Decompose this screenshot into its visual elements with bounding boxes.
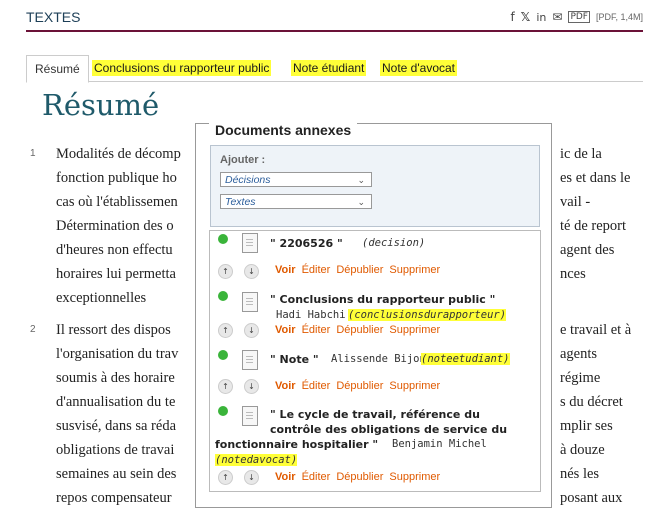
item-actions: Voir Éditer Dépublier Supprimer [275,380,440,392]
voir-link[interactable]: Voir [275,324,296,336]
move-down-icon[interactable]: ↓ [244,264,259,279]
item-title: " 2206526 " [270,237,343,250]
status-dot-icon [218,291,228,301]
move-up-icon[interactable]: ↑ [218,264,233,279]
para-line: agents [560,346,598,362]
item-type-text: (noteetudiant) [421,353,510,365]
move-down-icon[interactable]: ↓ [244,470,259,485]
paragraph-1-right: ic de la es et dans le vail - té de repo… [560,142,640,286]
item-type: (decision) [362,237,426,249]
chevron-down-icon: ⌄ [357,197,365,207]
paragraph-number: 2 [30,324,36,335]
supprimer-link[interactable]: Supprimer [389,380,440,392]
annexes-title: Documents annexes [209,122,358,138]
depublier-link[interactable]: Dépublier [336,380,383,392]
item-author: Hadi Habchi [276,309,346,321]
paragraph-2-right: e travail et à agents régime s du décret… [560,318,640,510]
depublier-link[interactable]: Dépublier [336,264,383,276]
section-title: TEXTES [26,9,81,25]
para-line: agent des [560,242,615,258]
share-bar: f 𝕏 in ✉ PDF [PDF, 1,4M] [510,10,643,24]
para-line: nces [560,266,586,282]
editer-link[interactable]: Éditer [302,471,331,483]
item-actions: Voir Éditer Dépublier Supprimer [275,324,440,336]
x-icon[interactable]: 𝕏 [521,10,531,24]
tab-note-etudiant[interactable]: Note étudiant [291,55,367,81]
move-down-icon[interactable]: ↓ [244,379,259,394]
pdf-icon[interactable]: PDF [568,11,590,23]
para-line: vail - [560,194,591,210]
voir-link[interactable]: Voir [275,471,296,483]
item-title: " Conclusions du rapporteur public " [270,293,495,306]
para-line: té de report [560,218,627,234]
mail-icon[interactable]: ✉ [552,10,562,24]
item-type: (conclusionsdurapporteur) [348,309,507,321]
para-line: ic de la [560,146,602,162]
pdf-size-label[interactable]: [PDF, 1,4M] [596,12,643,22]
para-line: mplir ses [560,418,613,434]
chevron-down-icon: ⌄ [357,175,365,185]
decisions-select[interactable]: Décisions ⌄ [220,172,372,187]
item-author: Alissende Bijon [331,353,426,365]
select-value: Textes [225,196,256,208]
item-title-line: contrôle des obligations de service du [270,423,508,436]
para-line: es et dans le [560,170,631,186]
header-divider [26,30,643,32]
depublier-link[interactable]: Dépublier [336,471,383,483]
item-actions: Voir Éditer Dépublier Supprimer [275,264,440,276]
para-line: nés les [560,466,600,482]
tab-bar: Résumé Conclusions du rapporteur public … [26,55,643,83]
item-type: (noteetudiant) [421,353,510,365]
item-type-text: (notedavocat) [215,454,298,466]
tab-label: Note d'avocat [380,60,458,76]
tab-label: Note étudiant [291,60,367,76]
move-up-icon[interactable]: ↑ [218,470,233,485]
item-type-text: (conclusionsdurapporteur) [348,309,507,321]
item-title-line: fonctionnaire hospitalier " [215,438,379,451]
item-type: (notedavocat) [215,454,298,466]
document-icon [242,292,258,312]
linkedin-icon[interactable]: in [536,11,546,24]
para-line: à douze [560,442,605,458]
item-title-text: " Conclusions du rapporteur public " [270,293,496,306]
tab-conclusions[interactable]: Conclusions du rapporteur public [92,55,272,81]
add-label: Ajouter : [220,154,266,166]
document-icon [242,406,258,426]
item-title-line: " Le cycle de travail, référence du [270,408,480,421]
move-down-icon[interactable]: ↓ [244,323,259,338]
tab-resume[interactable]: Résumé [26,55,89,83]
supprimer-link[interactable]: Supprimer [389,324,440,336]
select-value: Décisions [225,174,271,186]
supprimer-link[interactable]: Supprimer [389,264,440,276]
status-dot-icon [218,350,228,360]
para-line: s du décret [560,394,623,410]
tab-note-avocat[interactable]: Note d'avocat [380,55,458,81]
document-icon [242,233,258,253]
item-title: " Note " [270,353,319,366]
facebook-icon[interactable]: f [510,10,514,24]
voir-link[interactable]: Voir [275,264,296,276]
editer-link[interactable]: Éditer [302,324,331,336]
tab-label: Résumé [35,62,80,76]
page-title: Résumé [42,88,160,122]
editer-link[interactable]: Éditer [302,380,331,392]
supprimer-link[interactable]: Supprimer [389,471,440,483]
editer-link[interactable]: Éditer [302,264,331,276]
para-line: e travail et à [560,322,632,338]
voir-link[interactable]: Voir [275,380,296,392]
item-author: Benjamin Michel [392,438,487,450]
paragraph-number: 1 [30,148,36,159]
item-actions: Voir Éditer Dépublier Supprimer [275,471,440,483]
status-dot-icon [218,234,228,244]
tab-label: Conclusions du rapporteur public [92,60,272,76]
status-dot-icon [218,406,228,416]
document-icon [242,350,258,370]
move-up-icon[interactable]: ↑ [218,379,233,394]
move-up-icon[interactable]: ↑ [218,323,233,338]
para-line: posant aux [560,490,623,506]
para-line: régime [560,370,601,386]
textes-select[interactable]: Textes ⌄ [220,194,372,209]
depublier-link[interactable]: Dépublier [336,324,383,336]
